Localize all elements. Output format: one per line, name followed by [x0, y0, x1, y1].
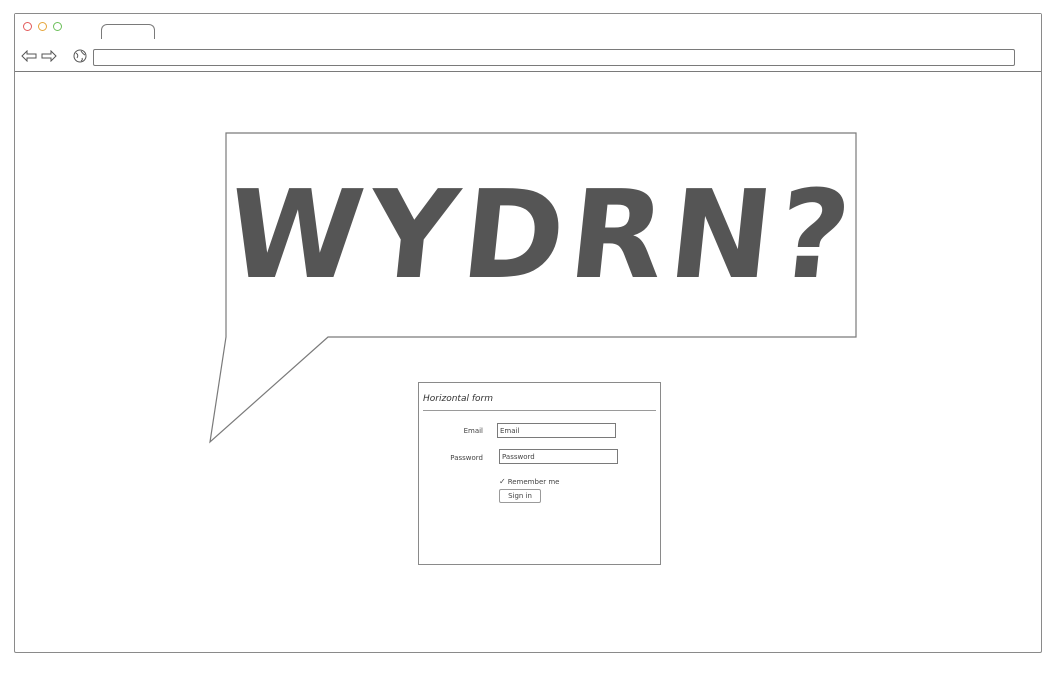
back-arrow-icon[interactable]	[21, 50, 37, 62]
forward-arrow-icon[interactable]	[41, 50, 57, 62]
speech-bubble: WYDRN?	[220, 133, 862, 337]
minimize-window-dot-icon[interactable]	[38, 22, 47, 31]
login-form-panel: Horizontal form Email Email Password Pas…	[418, 382, 661, 565]
logo-wordmark: WYDRN?	[220, 164, 862, 306]
close-window-dot-icon[interactable]	[23, 22, 32, 31]
globe-icon	[73, 49, 87, 63]
sign-in-button[interactable]: Sign in	[499, 489, 541, 503]
remember-me-label: Remember me	[507, 477, 560, 486]
navigation-bar	[15, 39, 1041, 72]
checkmark-icon: ✓	[499, 477, 506, 486]
maximize-window-dot-icon[interactable]	[53, 22, 62, 31]
form-divider	[423, 410, 656, 411]
form-legend: Horizontal form	[423, 394, 493, 404]
browser-tab[interactable]	[101, 24, 155, 40]
title-bar	[15, 14, 1041, 40]
remember-me-checkbox[interactable]: ✓ Remember me	[499, 477, 559, 486]
password-field[interactable]: Password	[499, 449, 618, 464]
password-label: Password	[450, 454, 483, 462]
email-label: Email	[463, 427, 483, 435]
address-bar[interactable]	[93, 49, 1015, 66]
email-field[interactable]: Email	[497, 423, 616, 438]
